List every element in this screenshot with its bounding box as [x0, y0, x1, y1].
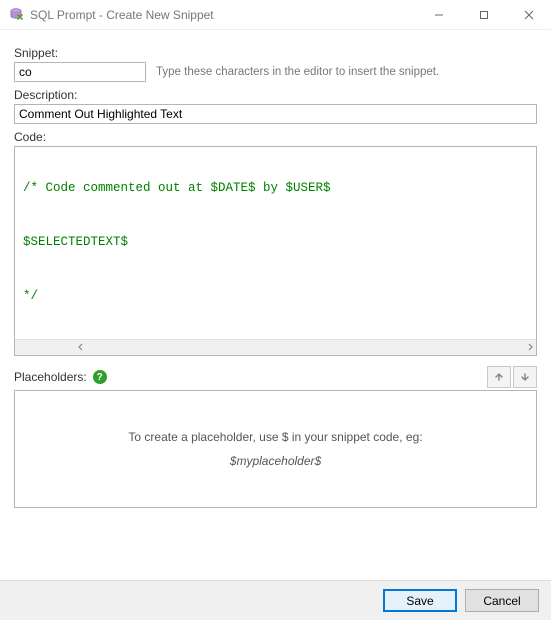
snippet-hint: Type these characters in the editor to i…	[156, 66, 439, 78]
cancel-button[interactable]: Cancel	[465, 589, 539, 612]
window-title: SQL Prompt - Create New Snippet	[30, 8, 416, 22]
horizontal-scrollbar[interactable]	[15, 339, 536, 355]
code-line: /* Code commented out at $DATE$ by $USER…	[23, 181, 528, 195]
minimize-button[interactable]	[416, 0, 461, 29]
move-down-button[interactable]	[513, 366, 537, 388]
dialog-footer: Save Cancel	[0, 580, 551, 620]
dialog-content: Snippet: Type these characters in the ed…	[0, 30, 551, 580]
placeholder-example: $myplaceholder$	[230, 454, 321, 468]
code-editor[interactable]: /* Code commented out at $DATE$ by $USER…	[14, 146, 537, 356]
placeholders-list: To create a placeholder, use $ in your s…	[14, 390, 537, 508]
scroll-right-icon[interactable]	[466, 327, 534, 357]
move-up-button[interactable]	[487, 366, 511, 388]
scroll-left-icon[interactable]	[17, 327, 85, 357]
code-line: */	[23, 289, 528, 303]
close-button[interactable]	[506, 0, 551, 29]
description-label: Description:	[14, 88, 537, 102]
placeholders-hint: To create a placeholder, use $ in your s…	[128, 430, 422, 444]
app-icon	[8, 7, 24, 23]
placeholders-header: Placeholders: ?	[14, 366, 537, 388]
snippet-label: Snippet:	[14, 46, 537, 60]
help-icon[interactable]: ?	[93, 370, 107, 384]
titlebar: SQL Prompt - Create New Snippet	[0, 0, 551, 30]
window-buttons	[416, 0, 551, 29]
description-input[interactable]	[14, 104, 537, 124]
maximize-button[interactable]	[461, 0, 506, 29]
code-line: $SELECTEDTEXT$	[23, 235, 528, 249]
code-label: Code:	[14, 130, 537, 144]
save-button[interactable]: Save	[383, 589, 457, 612]
snippet-input[interactable]	[14, 62, 146, 82]
placeholders-label: Placeholders:	[14, 370, 87, 384]
